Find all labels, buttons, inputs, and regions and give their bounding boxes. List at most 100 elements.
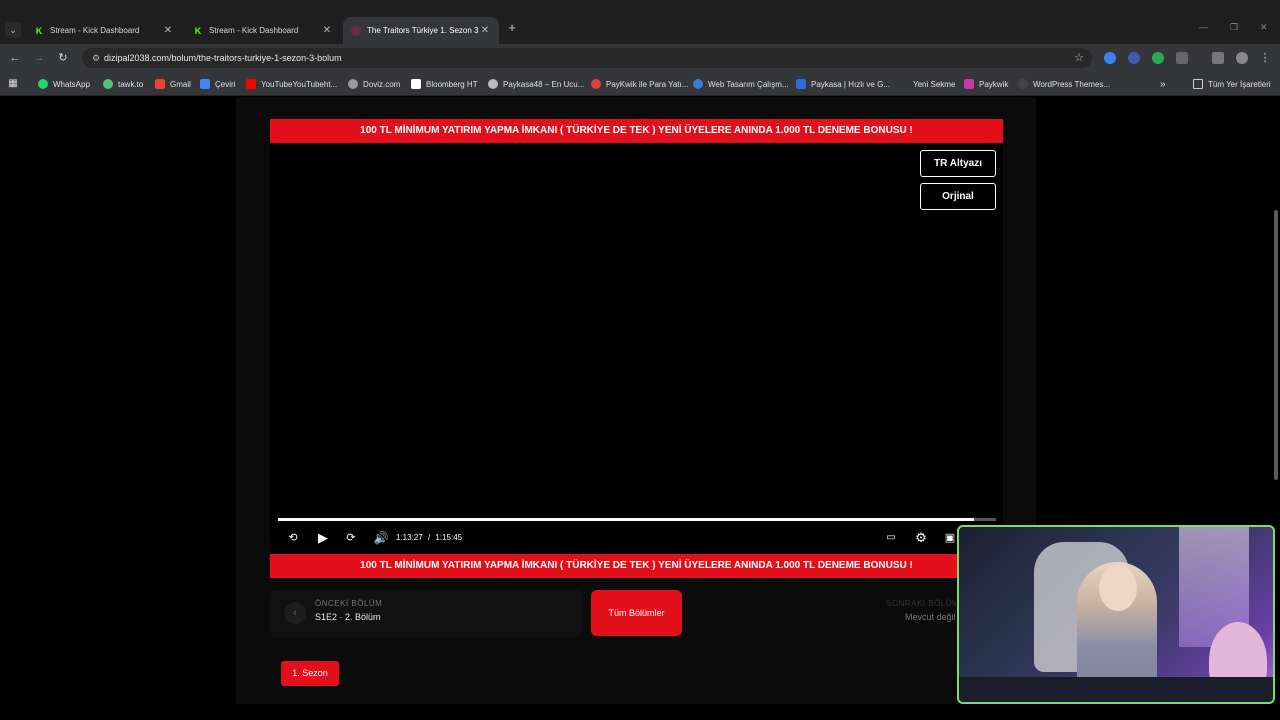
ad-banner-bottom[interactable]: 100 TL MİNİMUM YATIRIM YAPMA İMKANI ( TÜ… — [270, 554, 1003, 578]
bookmark-label: Yeni Sekme — [913, 79, 956, 89]
bloomberg-icon — [411, 79, 421, 89]
bookmark-item[interactable]: Yeni Sekme — [898, 78, 955, 90]
extension-icon[interactable] — [1152, 52, 1164, 64]
web-icon — [693, 79, 703, 89]
youtube-icon — [246, 79, 256, 89]
restore-icon[interactable]: ❐ — [1230, 22, 1238, 33]
bookmark-item[interactable]: Doviz.com — [348, 78, 400, 90]
bookmark-item[interactable]: WhatsApp — [38, 78, 90, 90]
video-player[interactable]: TR Altyazı Orjinal ⟲ ▶ ⟳ 🔊 1:13:27 / 1:1… — [270, 143, 1003, 554]
progress-bar[interactable] — [278, 518, 996, 521]
tab-search-icon[interactable] — [1212, 52, 1224, 64]
wordpress-icon — [1018, 79, 1028, 89]
apps-grid-icon[interactable]: ▦ — [6, 77, 20, 91]
bookmark-label: tawk.to — [118, 79, 144, 89]
bookmark-label: Paykwik — [979, 79, 1009, 89]
bookmark-item[interactable]: PayKwik ile Para Yatı... — [591, 78, 688, 90]
extension-icon[interactable] — [1104, 52, 1116, 64]
new-tab-icon[interactable]: + — [505, 21, 519, 35]
settings-gear-icon[interactable]: ⚙ — [912, 529, 930, 547]
all-episodes-button[interactable]: Tüm Bölümler — [591, 590, 682, 636]
bookmark-label: Paykasa | Hızlı ve G... — [811, 79, 890, 89]
extension-icon[interactable] — [1128, 52, 1140, 64]
current-time: 1:13:27 — [396, 533, 423, 542]
tawk-icon — [103, 79, 113, 89]
tab-title: Stream - Kick Dashboard — [209, 26, 299, 35]
menu-kebab-icon[interactable]: ⋮ — [1258, 51, 1272, 65]
folder-icon — [1193, 79, 1203, 89]
next-episode-status: Mevcut değil — [905, 612, 956, 622]
tab-close-icon[interactable]: ✕ — [162, 25, 174, 36]
episode-navigation: ‹ ÖNCEKİ BÖLÜM S1E2 · 2. Bölüm Tüm Bölüm… — [270, 590, 1003, 637]
previous-episode-label: ÖNCEKİ BÖLÜM — [315, 599, 383, 608]
page-scrollbar[interactable] — [1274, 210, 1278, 480]
tab-close-icon[interactable]: ✕ — [321, 25, 333, 36]
bookmark-star-icon[interactable]: ☆ — [1074, 51, 1084, 64]
bookmark-label: Bloomberg HT — [426, 79, 478, 89]
browser-tab-1[interactable]: K Stream - Kick Dashboard ✕ — [26, 17, 182, 44]
previous-episode-link[interactable]: ‹ ÖNCEKİ BÖLÜM S1E2 · 2. Bölüm — [270, 590, 582, 637]
extensions-puzzle-icon[interactable] — [1176, 52, 1188, 64]
ad-banner-top[interactable]: 100 TL MİNİMUM YATIRIM YAPMA İMKANI ( TÜ… — [270, 119, 1003, 143]
volume-icon[interactable]: 🔊 — [372, 529, 390, 547]
next-episode-label: SONRAKİ BÖLÜM — [886, 599, 960, 608]
rewind-10-icon[interactable]: ⟲ — [284, 529, 302, 547]
browser-tab-3-active[interactable]: The Traitors Türkiye 1. Sezon 3 ✕ — [343, 17, 499, 44]
streamer-head — [1099, 565, 1137, 611]
paykwik-icon — [591, 79, 601, 89]
globe-icon — [488, 79, 498, 89]
back-icon[interactable]: ← — [8, 51, 22, 65]
address-bar[interactable]: ⚙ dizipal2038.com/bolum/the-traitors-tur… — [82, 48, 1092, 68]
bookmark-label: WhatsApp — [53, 79, 90, 89]
bookmark-item[interactable]: Paykwik — [964, 78, 1008, 90]
dizipal-icon — [351, 25, 361, 36]
all-bookmarks-folder[interactable]: Tüm Yer İşaretleri — [1193, 78, 1271, 90]
window-close-icon[interactable]: ✕ — [1260, 22, 1268, 33]
original-audio-button[interactable]: Orjinal — [920, 183, 996, 210]
time-display: 1:13:27 / 1:15:45 — [396, 533, 462, 542]
bookmark-item[interactable]: Gmail — [155, 78, 191, 90]
paykwik-icon — [964, 79, 974, 89]
bookmarks-bar: ▦ WhatsApp tawk.to Gmail Çeviri YouTubeY… — [0, 72, 1280, 96]
bookmark-label: YouTubeYouTubeht... — [261, 79, 338, 89]
profile-avatar[interactable] — [1236, 52, 1248, 64]
duration: 1:15:45 — [435, 533, 463, 542]
captions-icon[interactable]: ▭ — [882, 529, 900, 547]
browser-tab-2[interactable]: K Stream - Kick Dashboard ✕ — [185, 17, 341, 44]
browser-toolbar: ← → ↻ ⚙ dizipal2038.com/bolum/the-traito… — [0, 44, 1280, 72]
bookmark-label: WordPress Themes... — [1033, 79, 1111, 89]
tab-title: Stream - Kick Dashboard — [50, 26, 140, 35]
bookmark-item[interactable]: Web Tasarım Çalışm... — [693, 78, 789, 90]
bookmark-item[interactable]: Paykasa48 – En Ucu... — [488, 78, 584, 90]
bookmark-item[interactable]: Paykasa | Hızlı ve G... — [796, 78, 890, 90]
browser-tab-strip: ⌄ K Stream - Kick Dashboard ✕ K Stream -… — [0, 0, 1280, 44]
kick-icon: K — [35, 25, 43, 36]
season-1-button[interactable]: 1. Sezon — [281, 661, 339, 686]
play-icon[interactable]: ▶ — [314, 529, 332, 547]
blank-page-icon — [898, 79, 908, 89]
tab-search-button[interactable]: ⌄ — [5, 22, 21, 38]
bookmarks-overflow-icon[interactable]: » — [1160, 78, 1166, 90]
forward-10-icon[interactable]: ⟳ — [342, 529, 360, 547]
forward-icon[interactable]: → — [32, 51, 46, 65]
tr-subtitle-button[interactable]: TR Altyazı — [920, 150, 996, 177]
bookmark-label: Gmail — [170, 79, 191, 89]
bookmark-item[interactable]: YouTubeYouTubeht... — [246, 78, 337, 90]
bookmark-label: Çeviri — [215, 79, 236, 89]
bookmark-label: Tüm Yer İşaretleri — [1208, 79, 1271, 89]
tab-title: The Traitors Türkiye 1. Sezon 3 — [367, 26, 479, 35]
bookmark-item[interactable]: Bloomberg HT — [411, 78, 478, 90]
bookmark-label: Paykasa48 – En Ucu... — [503, 79, 585, 89]
bookmark-label: PayKwik ile Para Yatı... — [606, 79, 689, 89]
bookmark-item[interactable]: Çeviri — [200, 78, 235, 90]
bookmark-item[interactable]: tawk.to — [103, 78, 143, 90]
minimize-icon[interactable]: — — [1199, 22, 1208, 32]
kick-icon: K — [194, 25, 202, 36]
site-info-icon[interactable]: ⚙ — [90, 52, 102, 64]
tab-close-icon[interactable]: ✕ — [479, 25, 491, 36]
paykasa-icon — [796, 79, 806, 89]
bookmark-item[interactable]: WordPress Themes... — [1018, 78, 1110, 90]
webcam-overlay — [957, 525, 1275, 704]
reload-icon[interactable]: ↻ — [56, 51, 70, 65]
bookmark-label: Doviz.com — [363, 79, 401, 89]
